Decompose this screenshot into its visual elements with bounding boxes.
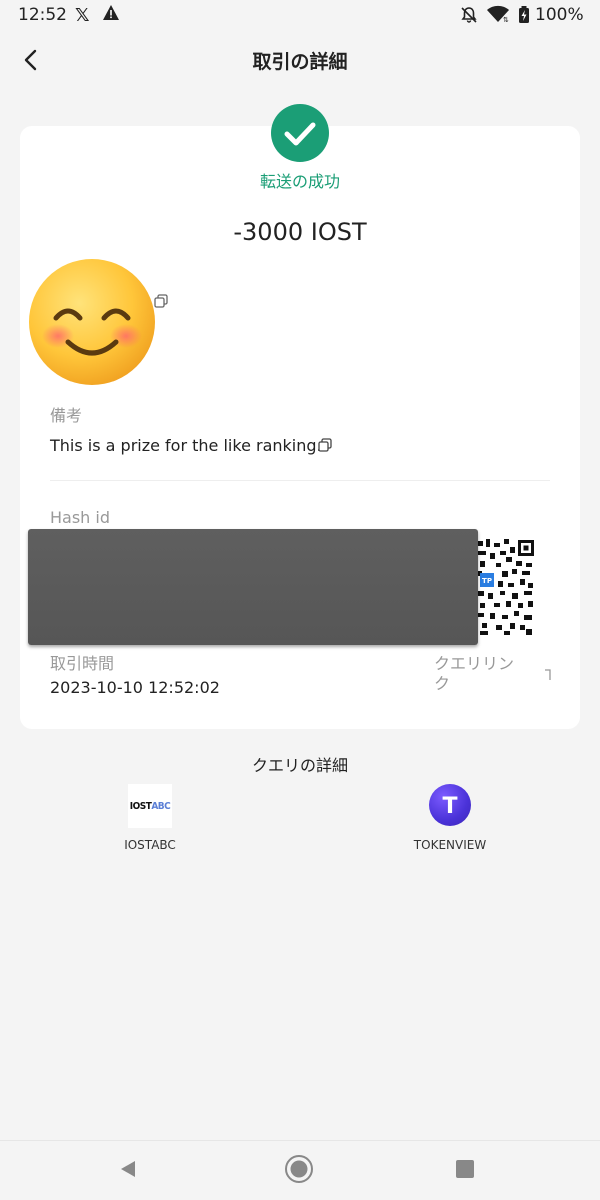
- explorer-name: IOSTABC: [124, 838, 176, 852]
- transaction-card: 転送の成功 -3000 IOST 備考 This is a prize for …: [20, 104, 580, 729]
- explorers-title: クエリの詳細: [251, 756, 348, 775]
- wifi-icon: ⇅: [486, 5, 510, 27]
- redaction-block: [28, 529, 478, 645]
- transaction-amount: -3000 IOST: [233, 218, 367, 246]
- check-circle-icon: [271, 104, 329, 162]
- svg-text:⇅: ⇅: [503, 16, 509, 23]
- warning-icon: [102, 4, 120, 27]
- iostabc-logo: IOST ABC: [128, 784, 172, 828]
- status-time: 12:52: [18, 5, 67, 25]
- status-text: 転送の成功: [259, 172, 340, 191]
- tokenview-logo: T: [428, 784, 472, 828]
- memo-copy-icon[interactable]: [318, 437, 332, 452]
- explorer-iostabc[interactable]: IOST ABC IOSTABC: [90, 784, 210, 852]
- battery-percent: 100%: [535, 5, 584, 25]
- x-logo-icon: 𝕏: [75, 5, 90, 26]
- tokenview-letter: T: [442, 794, 457, 817]
- qr-badge: TP: [482, 577, 492, 585]
- query-link[interactable]: クエリリン ク: [434, 654, 534, 694]
- link-copy-icon[interactable]: [542, 667, 552, 681]
- nav-home-icon[interactable]: [284, 1154, 314, 1188]
- explorer-tokenview[interactable]: T TOKENVIEW: [390, 784, 510, 852]
- page-title: 取引の詳細: [252, 51, 348, 73]
- divider: [50, 480, 550, 481]
- hash-label: Hash id: [50, 508, 110, 527]
- qr-code[interactable]: TP: [476, 537, 536, 637]
- memo-label: 備考: [50, 406, 83, 425]
- explorer-name: TOKENVIEW: [413, 838, 487, 852]
- time-value: 2023-10-10 12:52:02: [50, 678, 220, 697]
- nav-back-icon[interactable]: [118, 1159, 138, 1183]
- query-link-line-2: ク: [434, 674, 451, 693]
- smiling-face-sticker: [26, 256, 158, 388]
- header: 取引の詳細: [0, 30, 600, 90]
- memo-value: This is a prize for the like ranking.: [50, 436, 322, 455]
- bell-off-icon: [460, 6, 478, 28]
- query-link-line-1: クエリリン: [434, 654, 515, 673]
- time-label: 取引時間: [50, 654, 115, 673]
- system-nav-bar: [0, 1140, 600, 1200]
- address-copy-icon[interactable]: [154, 293, 168, 308]
- status-bar: 12:52 𝕏 ⇅ 100%: [0, 0, 600, 30]
- nav-recent-icon[interactable]: [456, 1160, 474, 1178]
- battery-icon: [518, 6, 530, 28]
